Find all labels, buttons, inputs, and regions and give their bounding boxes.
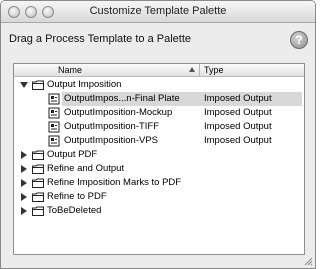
list-item[interactable]: Refine to PDF: [14, 190, 304, 204]
list-item-label: Refine and Output: [47, 163, 125, 174]
customize-template-palette-window: Customize Template Palette Drag a Proces…: [0, 0, 316, 269]
folder-icon: [32, 206, 44, 216]
disclosure-triangle-collapsed-icon[interactable]: [21, 165, 27, 173]
list-item-label: Refine Imposition Marks to PDF: [47, 177, 182, 188]
list-item[interactable]: OutputImposition-Mockup Imposed Output: [14, 106, 304, 120]
process-template-icon: [48, 107, 60, 119]
disclosure-triangle-collapsed-icon[interactable]: [21, 207, 27, 215]
column-header-name[interactable]: Name: [14, 64, 200, 76]
column-header-name-label: Name: [58, 65, 83, 75]
list-item-type: Imposed Output: [204, 107, 272, 118]
list-item-label: Refine to PDF: [47, 191, 107, 202]
list-item-label: OutputImposition-TIFF: [64, 121, 160, 132]
folder-icon: [32, 80, 44, 90]
list-item-type: Imposed Output: [204, 93, 272, 104]
list-item[interactable]: OutputImposition-TIFF Imposed Output: [14, 120, 304, 134]
instruction-text: Drag a Process Template to a Palette: [9, 33, 192, 45]
list-item-label: Output PDF: [47, 149, 98, 160]
list-item-type: Imposed Output: [204, 135, 272, 146]
help-button[interactable]: ?: [290, 31, 308, 49]
list-item-label: OutputImposition-Mockup: [64, 107, 173, 118]
list-item-label: OutputImpos...n-Final Plate: [64, 93, 180, 104]
list-header: Name Type: [14, 64, 304, 77]
folder-icon: [32, 192, 44, 202]
process-template-icon: [48, 93, 60, 105]
list-item-type: Imposed Output: [204, 121, 272, 132]
window-title: Customize Template Palette: [89, 5, 227, 17]
disclosure-triangle-collapsed-icon[interactable]: [21, 179, 27, 187]
folder-icon: [32, 164, 44, 174]
disclosure-triangle-collapsed-icon[interactable]: [21, 193, 27, 201]
list-item[interactable]: Output PDF: [14, 148, 304, 162]
column-header-type[interactable]: Type: [204, 64, 224, 76]
list-item[interactable]: ToBeDeleted: [14, 204, 304, 218]
folder-icon: [32, 178, 44, 188]
list-item-label: OutputImposition-VPS: [64, 135, 158, 146]
disclosure-triangle-expanded-icon[interactable]: [20, 82, 28, 88]
list-item-label: ToBeDeleted: [47, 205, 102, 216]
list-item[interactable]: Output Imposition: [14, 78, 304, 92]
list-item[interactable]: OutputImpos...n-Final Plate Imposed Outp…: [14, 92, 304, 106]
list-item-label: Output Imposition: [47, 79, 122, 90]
list-item[interactable]: Refine and Output: [14, 162, 304, 176]
folder-icon: [32, 150, 44, 160]
list-item[interactable]: OutputImposition-VPS Imposed Output: [14, 134, 304, 148]
process-template-icon: [48, 135, 60, 147]
disclosure-triangle-collapsed-icon[interactable]: [21, 151, 27, 159]
resize-grip-icon[interactable]: [303, 256, 313, 266]
template-list[interactable]: Name Type Output Imposition OutputImpos.…: [13, 63, 305, 255]
process-template-icon: [48, 121, 60, 133]
list-item[interactable]: Refine Imposition Marks to PDF: [14, 176, 304, 190]
sort-ascending-icon: [189, 67, 195, 72]
title-bar[interactable]: Customize Template Palette: [1, 1, 315, 23]
